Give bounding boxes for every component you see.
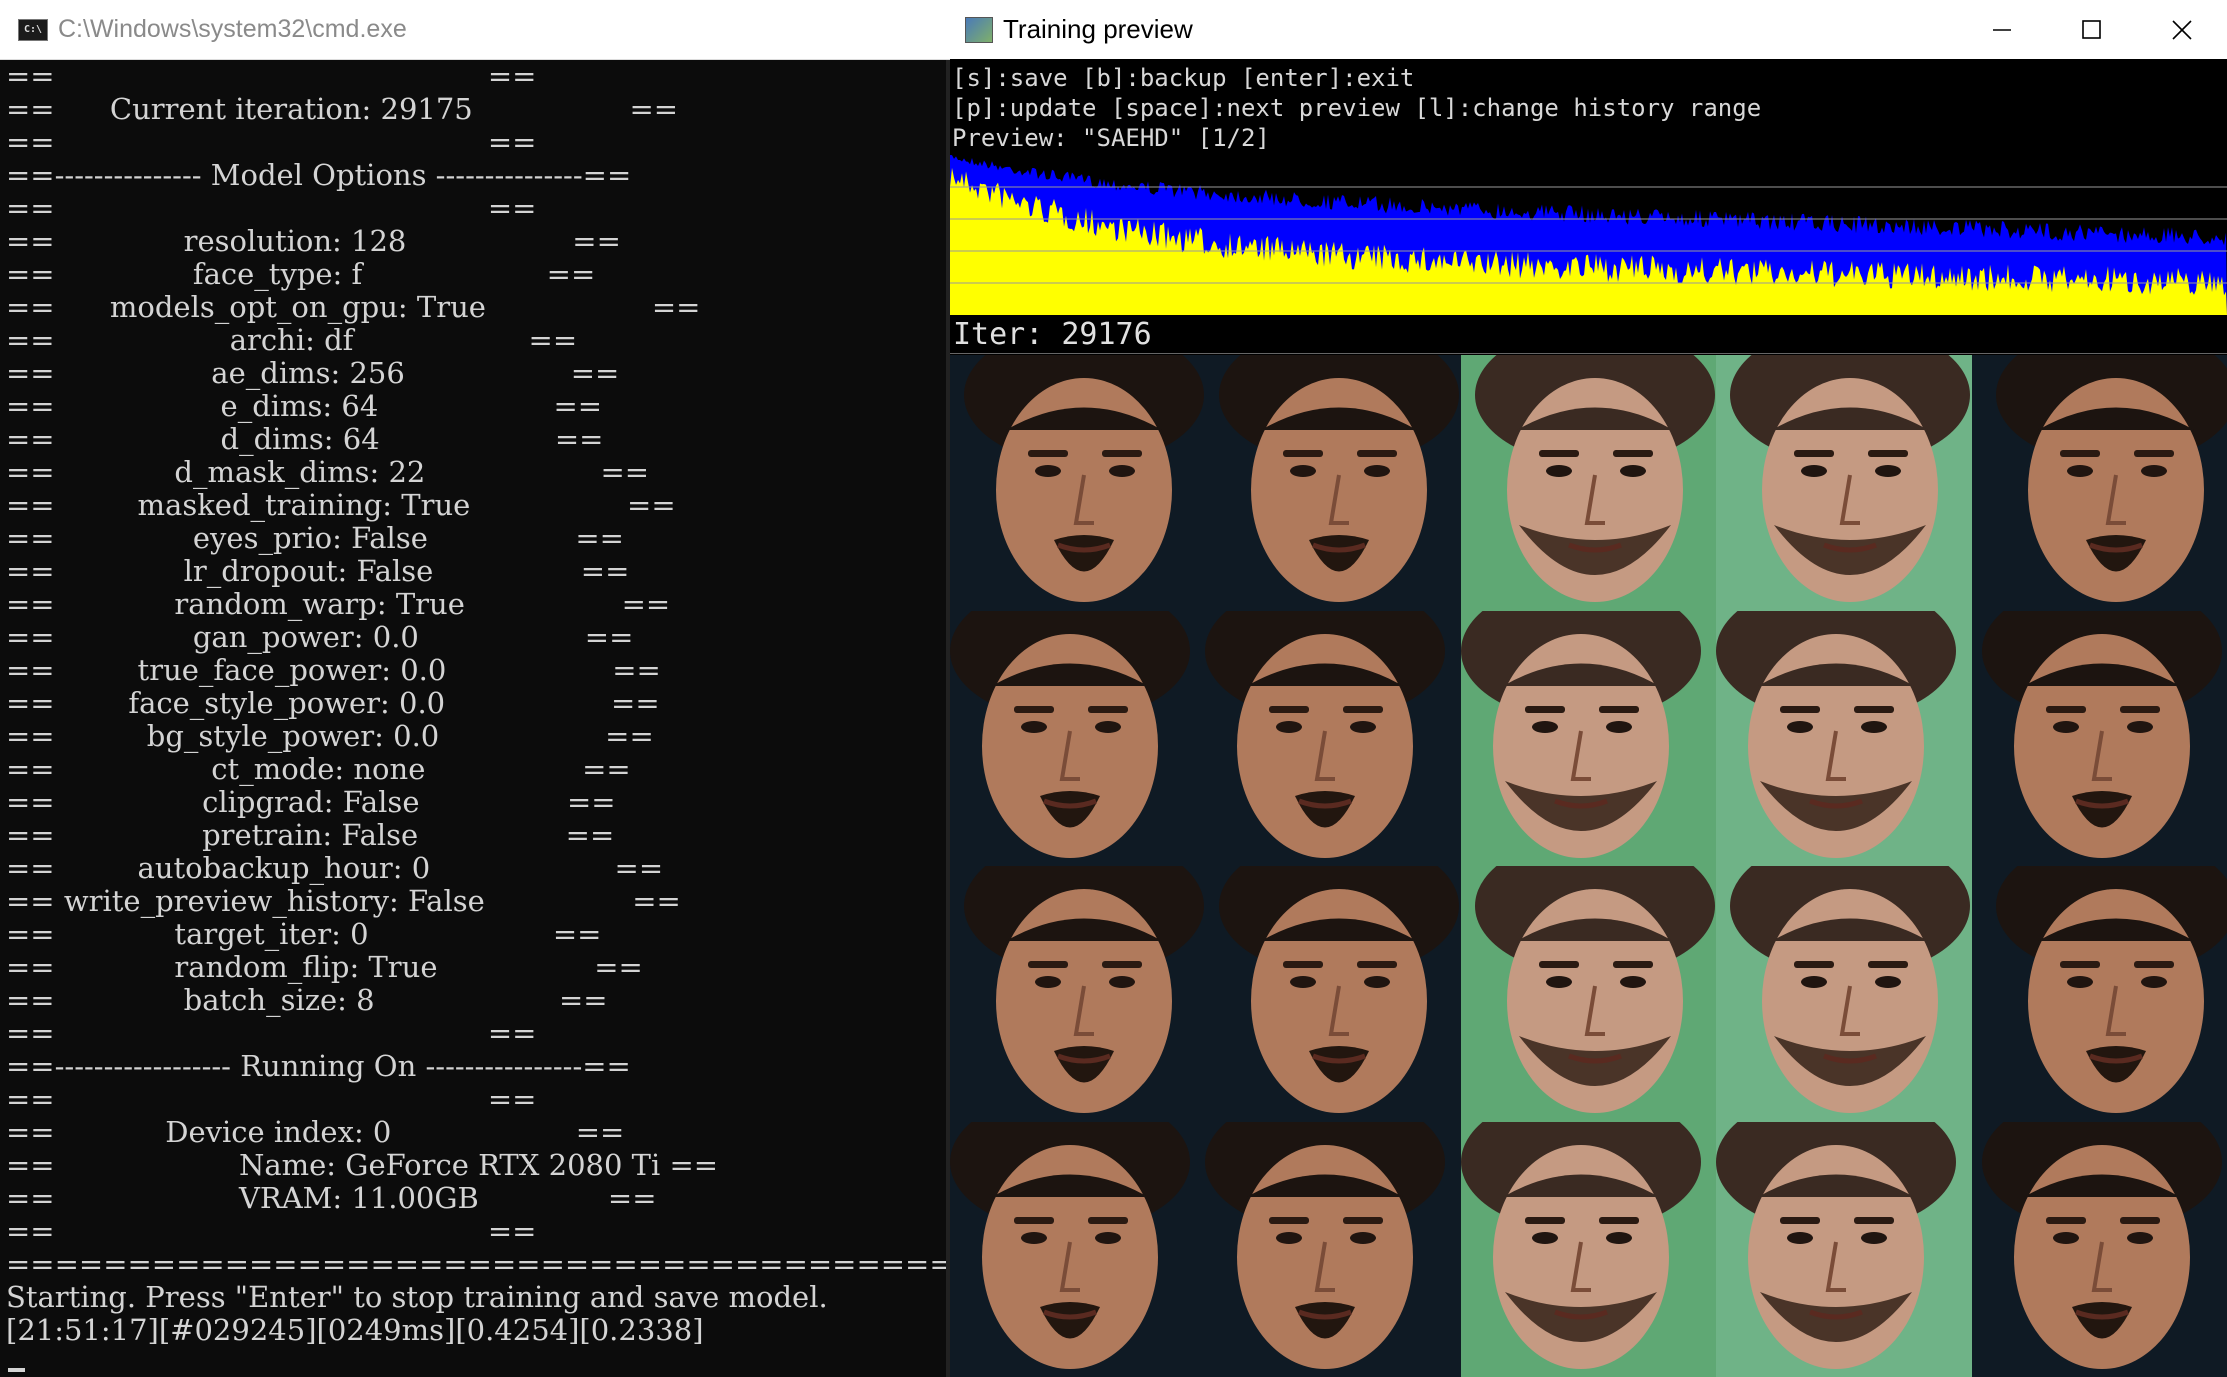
help-line-save: [s]:save [b]:backup [enter]:exit [952,64,1415,92]
console-line: == face_style_power: 0.0 == [6,686,660,720]
face-tile-dst [1460,866,1717,1122]
help-line-preview: Preview: "SAEHD" [1/2] [952,124,1270,152]
face-tile-swap [1971,1121,2227,1377]
face-tile-src_pred [1205,1121,1461,1377]
maximize-button[interactable] [2047,0,2137,59]
console-line: == ae_dims: 256 == [6,356,620,390]
iteration-counter: Iter: 29176 [953,317,1152,352]
close-icon [2172,19,2192,40]
training-preview-window: Training preview [s]:save [b]:backup [en… [950,0,2227,1377]
console-line: == random_flip: True == [6,950,643,984]
console-line: == ct_mode: none == [6,752,631,786]
console-line: == lr_dropout: False == [6,554,630,588]
console-line: == == [6,1214,537,1248]
face-tile-dst [1460,610,1717,866]
console-line: == e_dims: 64 == [6,389,603,423]
console-line: == resolution: 128 == [6,224,621,258]
minimize-icon [1993,28,2011,31]
cmd-icon: C:\ [18,18,48,41]
console-line: == clipgrad: False == [6,785,616,819]
console-line: ==--------------- Model Options --------… [6,158,632,192]
face-tile-swap [1971,866,2227,1122]
console-line: == Current iteration: 29175 == [6,92,679,126]
cmd-window-title: C:\Windows\system32\cmd.exe [58,15,407,43]
loss-history-graph [950,155,2227,315]
face-tile-dst [1460,1121,1717,1377]
console-line: == d_dims: 64 == [6,422,604,456]
face-preview-grid [950,355,2227,1377]
console-line: == models_opt_on_gpu: True == [6,290,701,324]
console-line: ==------------------ Running On --------… [6,1049,631,1083]
minimize-button[interactable] [1957,0,2047,59]
face-tile-dst_pred [1716,1121,1972,1377]
cmd-window: C:\ C:\Windows\system32\cmd.exe == == == … [0,0,950,1377]
console-line: == masked_training: True == [6,488,676,522]
console-line: == random_warp: True == [6,587,671,621]
console-line: == gan_power: 0.0 == [6,620,634,654]
face-tile-src [950,866,1206,1122]
maximize-icon [2082,19,2101,39]
face-tile-swap [1971,355,2227,611]
face-tile-src [950,355,1206,611]
face-tile-src [950,1121,1206,1377]
face-tile-src_pred [1205,355,1461,611]
console-line: == pretrain: False == [6,818,615,852]
console-line: == Name: GeForce RTX 2080 Ti == [6,1148,719,1182]
console-line: == true_face_power: 0.0 == [6,653,661,687]
console-line: == == [6,125,537,159]
console-line: ========================================… [6,1247,946,1281]
iteration-bar: Iter: 29176 [950,315,2227,354]
console-line: == bg_style_power: 0.0 == [6,719,654,753]
console-line: == target_iter: 0 == [6,917,602,951]
face-tile-src_pred [1205,866,1461,1122]
console-line: == VRAM: 11.00GB == [6,1181,657,1215]
close-button[interactable] [2137,0,2227,59]
console-line: == == [6,1082,537,1116]
face-tile-dst_pred [1716,355,1972,611]
console-line: [21:51:17][#029245][0249ms][0.4254][0.23… [6,1313,704,1347]
console-line: == d_mask_dims: 22 == [6,455,650,489]
preview-titlebar[interactable]: Training preview [950,0,2227,59]
console-line: Starting. Press "Enter" to stop training… [6,1280,828,1314]
console-line: == archi: df == [6,323,578,357]
preview-app-icon [965,16,993,43]
console-line: == batch_size: 8 == [6,983,608,1017]
text-cursor [8,1368,25,1372]
console-line: == face_type: f == [6,257,596,291]
console-line: == == [6,191,537,225]
console-line: == == [6,60,537,93]
help-line-update: [p]:update [space]:next preview [l]:chan… [952,94,1762,122]
keyboard-help-text: [s]:save [b]:backup [enter]:exit [p]:upd… [952,63,1761,153]
face-tile-dst_pred [1716,866,1972,1122]
console-line: == == [6,1016,537,1050]
face-tile-src_pred [1205,610,1461,866]
console-line: == eyes_prio: False == [6,521,624,555]
face-tile-dst_pred [1716,610,1972,866]
cmd-titlebar[interactable]: C:\ C:\Windows\system32\cmd.exe [0,0,950,60]
face-tile-dst [1460,355,1717,611]
preview-window-title: Training preview [1003,14,1193,44]
console-line: == autobackup_hour: 0 == [6,851,664,885]
console-line: == write_preview_history: False == [6,884,681,918]
console-line: == Device index: 0 == [6,1115,625,1149]
console-output[interactable]: == == == Current iteration: 29175 == == ==… [6,60,946,1370]
face-tile-swap [1971,610,2227,866]
face-tile-src [950,610,1206,866]
